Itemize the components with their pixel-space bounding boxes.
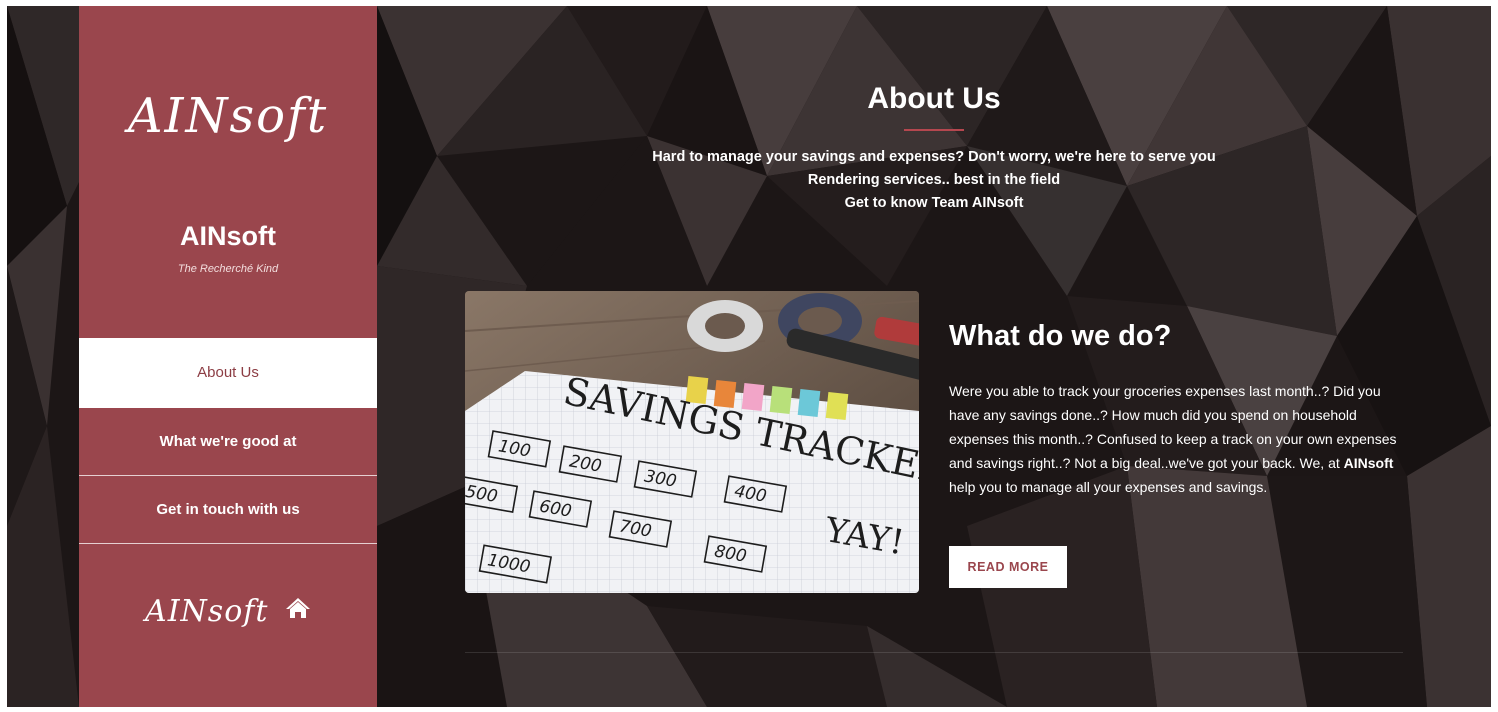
section-title: What do we do? [949,320,1172,352]
brand-tagline: The Recherché Kind [177,263,279,275]
sidebar-nav: About Us What we're good at Get in touch… [79,338,377,544]
intro-text: Hard to manage your savings and expenses… [434,146,1434,215]
intro-line: Hard to manage your savings and expenses… [652,149,1216,165]
body-brand: AINsoft [1343,455,1394,471]
body-text-start: Were you able to track your groceries ex… [949,383,1397,471]
nav-item-about-us[interactable]: About Us [79,338,377,408]
nav-item-what-were-good-at[interactable]: What we're good at [79,408,377,476]
nav-item-get-in-touch[interactable]: Get in touch with us [79,476,377,544]
section-divider [465,652,1403,653]
read-more-button[interactable]: READ MORE [949,546,1067,588]
home-icon [285,592,311,627]
savings-tracker-photo: SAVINGS TRACKER 100 200 300 400 500 600 … [465,291,919,593]
intro-line: Rendering services.. best in the field [807,172,1061,188]
title-underline [904,129,964,131]
sidebar: AINsoft AINsoft The Recherché Kind About… [79,6,377,707]
brand-name: AINsoft [180,221,276,251]
body-text-end: help you to manage all your expenses and… [949,479,1268,495]
intro-line: Get to know Team AINsoft [844,195,1024,211]
home-logo-text: AINsoft [145,594,269,629]
home-link[interactable]: AINsoft [79,594,377,629]
page-title: About Us [867,82,1001,115]
section-body: Were you able to track your groceries ex… [949,379,1409,499]
site-logo[interactable]: AINsoft [79,88,377,144]
page-frame: AINsoft AINsoft The Recherché Kind About… [7,6,1491,707]
